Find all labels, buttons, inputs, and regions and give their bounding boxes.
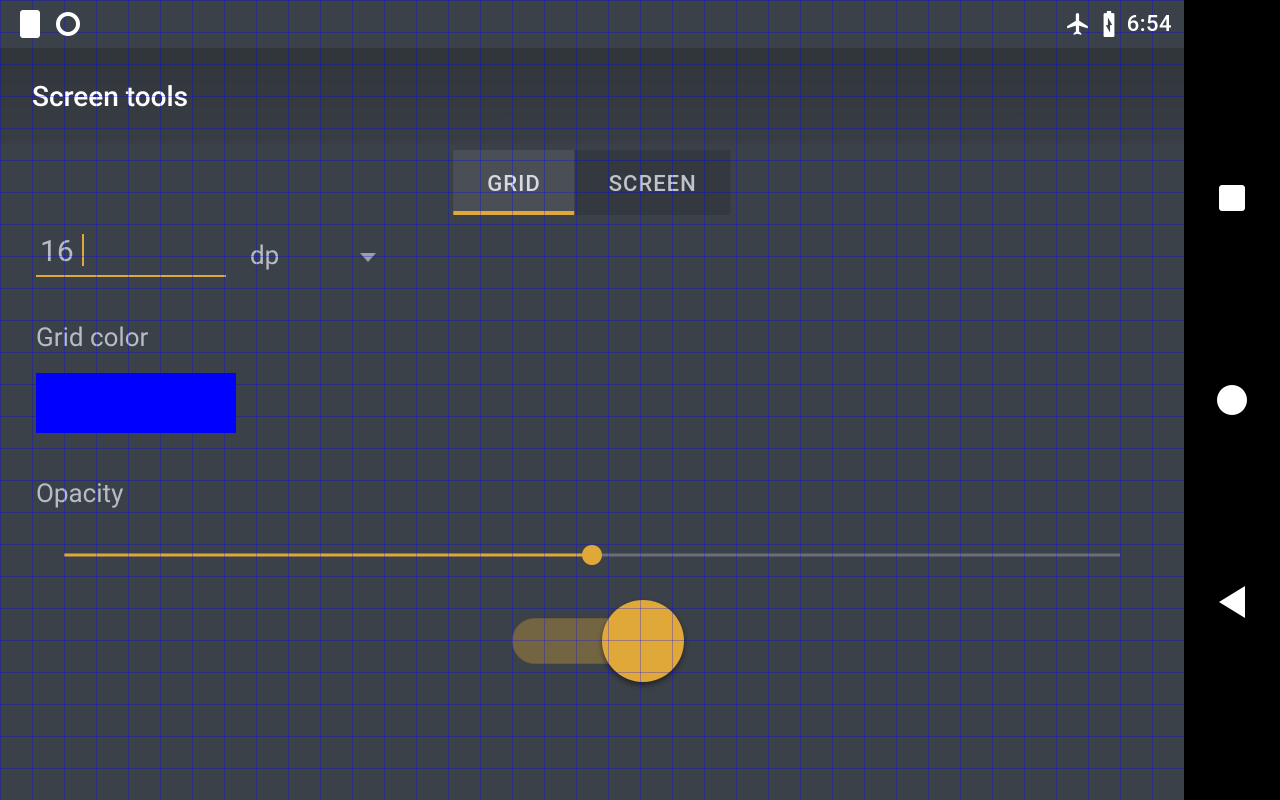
grid-unit-value: dp (250, 241, 279, 271)
home-button[interactable] (1216, 384, 1248, 416)
triangle-left-icon (1219, 586, 1245, 618)
grid-color-swatch[interactable] (36, 373, 236, 433)
tab-screen[interactable]: SCREEN (575, 150, 731, 215)
chevron-down-icon (359, 241, 377, 271)
screen-surface: 6:54 Screen tools GRID SCREEN dp (0, 0, 1184, 800)
toggle-thumb[interactable] (602, 600, 684, 682)
device-frame: 6:54 Screen tools GRID SCREEN dp (0, 0, 1280, 800)
slider-fill (64, 554, 592, 557)
status-bar: 6:54 (0, 0, 1184, 48)
status-right: 6:54 (1065, 11, 1172, 37)
tab-grid[interactable]: GRID (453, 150, 574, 215)
status-ring-icon (56, 12, 80, 36)
opacity-label: Opacity (36, 479, 1148, 509)
grid-size-input[interactable] (36, 232, 226, 277)
text-caret (82, 234, 84, 266)
grid-enabled-toggle[interactable] (512, 608, 672, 668)
grid-color-label: Grid color (36, 323, 1148, 353)
opacity-slider[interactable] (64, 543, 1120, 567)
status-clock: 6:54 (1127, 12, 1172, 37)
recent-apps-button[interactable] (1216, 182, 1248, 214)
grid-unit-select[interactable]: dp (250, 241, 377, 277)
tab-bar: GRID SCREEN (453, 150, 730, 215)
circle-icon (1217, 385, 1247, 415)
grid-size-input-wrap (36, 232, 226, 277)
slider-thumb[interactable] (582, 545, 602, 565)
grid-size-row: dp (36, 232, 1148, 277)
status-card-icon (20, 10, 40, 38)
system-nav-bar (1184, 0, 1280, 800)
page-title: Screen tools (32, 80, 188, 113)
square-icon (1219, 185, 1245, 211)
battery-charging-icon (1101, 11, 1117, 37)
grid-settings-panel: dp Grid color Opacity (0, 232, 1184, 567)
back-button[interactable] (1216, 586, 1248, 618)
airplane-mode-icon (1065, 11, 1091, 37)
app-bar: Screen tools (0, 48, 1184, 144)
status-left (12, 10, 80, 38)
